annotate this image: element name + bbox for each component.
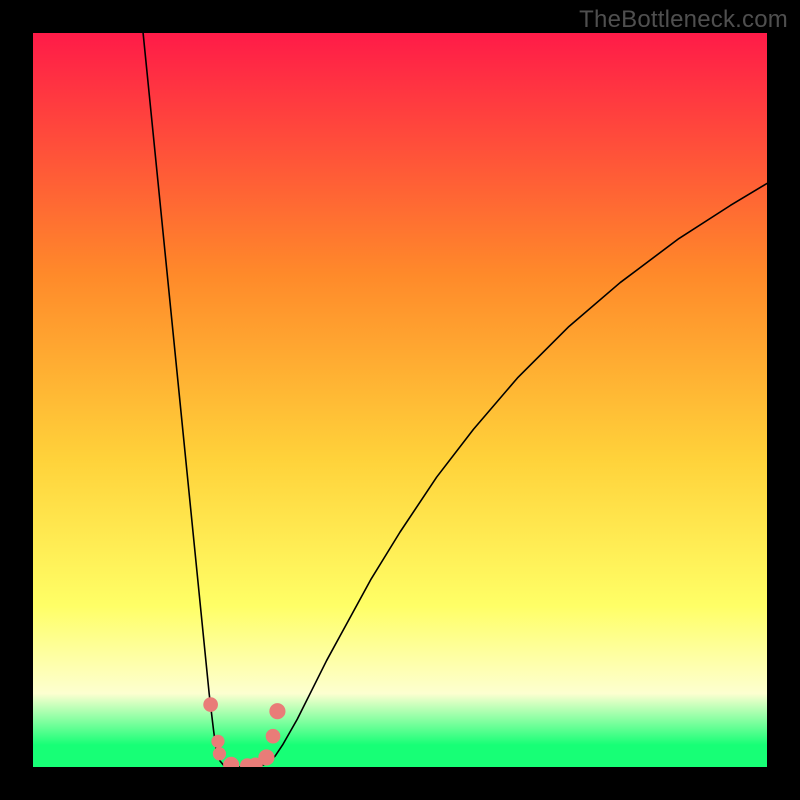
data-marker — [213, 747, 226, 760]
data-marker — [266, 729, 281, 744]
data-marker — [211, 735, 224, 748]
data-marker — [203, 697, 218, 712]
gradient-background — [33, 33, 767, 767]
watermark-text: TheBottleneck.com — [579, 6, 788, 34]
data-marker — [258, 749, 274, 765]
bottleneck-curve-chart — [33, 33, 767, 767]
chart-frame: TheBottleneck.com — [0, 0, 800, 800]
data-marker — [269, 703, 285, 719]
